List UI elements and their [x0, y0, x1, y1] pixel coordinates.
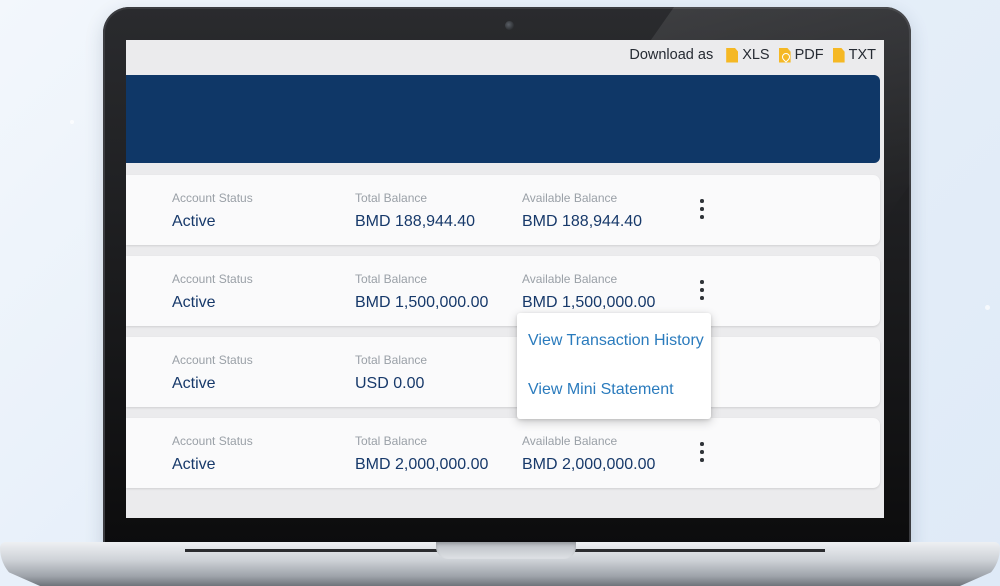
total-balance-value: BMD 1,500,000.00 — [355, 294, 489, 311]
download-xls-button[interactable]: XLS — [726, 47, 770, 63]
account-status-value: Active — [172, 375, 216, 392]
download-pdf-button[interactable]: PDF — [778, 47, 824, 63]
account-status-label: Account Status — [172, 272, 253, 286]
available-balance-value: BMD 1,500,000.00 — [522, 294, 656, 311]
account-status: Account Status Active — [172, 272, 253, 312]
more-options-icon[interactable] — [696, 278, 708, 302]
available-balance-value: BMD 188,944.40 — [522, 213, 643, 230]
account-status-label: Account Status — [172, 434, 253, 448]
laptop-lid: Download as XLS PDF TXT Account Status A… — [103, 7, 911, 549]
view-mini-statement-item[interactable]: View Mini Statement — [528, 381, 674, 399]
total-balance-label: Total Balance — [355, 272, 428, 286]
account-status: Account Status Active — [172, 434, 253, 474]
available-balance-label: Available Balance — [522, 272, 618, 286]
account-status-value: Active — [172, 294, 216, 311]
webcam-icon — [505, 21, 514, 30]
total-balance-label: Total Balance — [355, 434, 428, 448]
total-balance: Total Balance USD 0.00 — [355, 353, 427, 393]
background-sparkle — [70, 120, 74, 124]
download-xls-label: XLS — [742, 47, 770, 63]
available-balance: Available Balance BMD 188,944.40 — [522, 191, 642, 231]
total-balance-value: USD 0.00 — [355, 375, 425, 392]
available-balance: Available Balance BMD 1,500,000.00 — [522, 272, 655, 312]
total-balance: Total Balance BMD 2,000,000.00 — [355, 434, 488, 474]
account-card: Account Status Active Total Balance BMD … — [126, 256, 880, 326]
download-txt-label: TXT — [848, 47, 876, 63]
download-bar: Download as XLS PDF TXT — [629, 44, 876, 66]
account-card: Account Status Active Total Balance BMD … — [126, 418, 880, 488]
account-status-value: Active — [172, 456, 216, 473]
account-actions-menu: View Transaction History View Mini State… — [517, 313, 711, 419]
account-status: Account Status Active — [172, 191, 253, 231]
available-balance-label: Available Balance — [522, 434, 618, 448]
background-sparkle — [985, 305, 990, 310]
total-balance: Total Balance BMD 1,500,000.00 — [355, 272, 488, 312]
available-balance: Available Balance BMD 2,000,000.00 — [522, 434, 655, 474]
total-balance-value: BMD 188,944.40 — [355, 213, 476, 230]
available-balance-value: BMD 2,000,000.00 — [522, 456, 656, 473]
pdf-file-icon — [778, 47, 791, 63]
laptop-screen: Download as XLS PDF TXT Account Status A… — [126, 40, 884, 518]
view-transaction-history-item[interactable]: View Transaction History — [528, 332, 704, 350]
laptop-notch — [436, 542, 576, 559]
account-card: Account Status Active Total Balance USD … — [126, 337, 880, 407]
more-options-icon[interactable] — [696, 197, 708, 221]
txt-file-icon — [832, 47, 845, 63]
account-status-label: Account Status — [172, 353, 253, 367]
total-balance: Total Balance BMD 188,944.40 — [355, 191, 475, 231]
account-status-label: Account Status — [172, 191, 253, 205]
available-balance-label: Available Balance — [522, 191, 618, 205]
header-banner — [126, 75, 880, 163]
account-card: Account Status Active Total Balance BMD … — [126, 175, 880, 245]
download-pdf-label: PDF — [794, 47, 824, 63]
total-balance-label: Total Balance — [355, 191, 428, 205]
total-balance-value: BMD 2,000,000.00 — [355, 456, 489, 473]
account-status-value: Active — [172, 213, 216, 230]
download-txt-button[interactable]: TXT — [832, 47, 876, 63]
total-balance-label: Total Balance — [355, 353, 428, 367]
account-status: Account Status Active — [172, 353, 253, 393]
more-options-icon[interactable] — [696, 440, 708, 464]
download-label: Download as — [629, 47, 714, 63]
xls-file-icon — [726, 47, 739, 63]
